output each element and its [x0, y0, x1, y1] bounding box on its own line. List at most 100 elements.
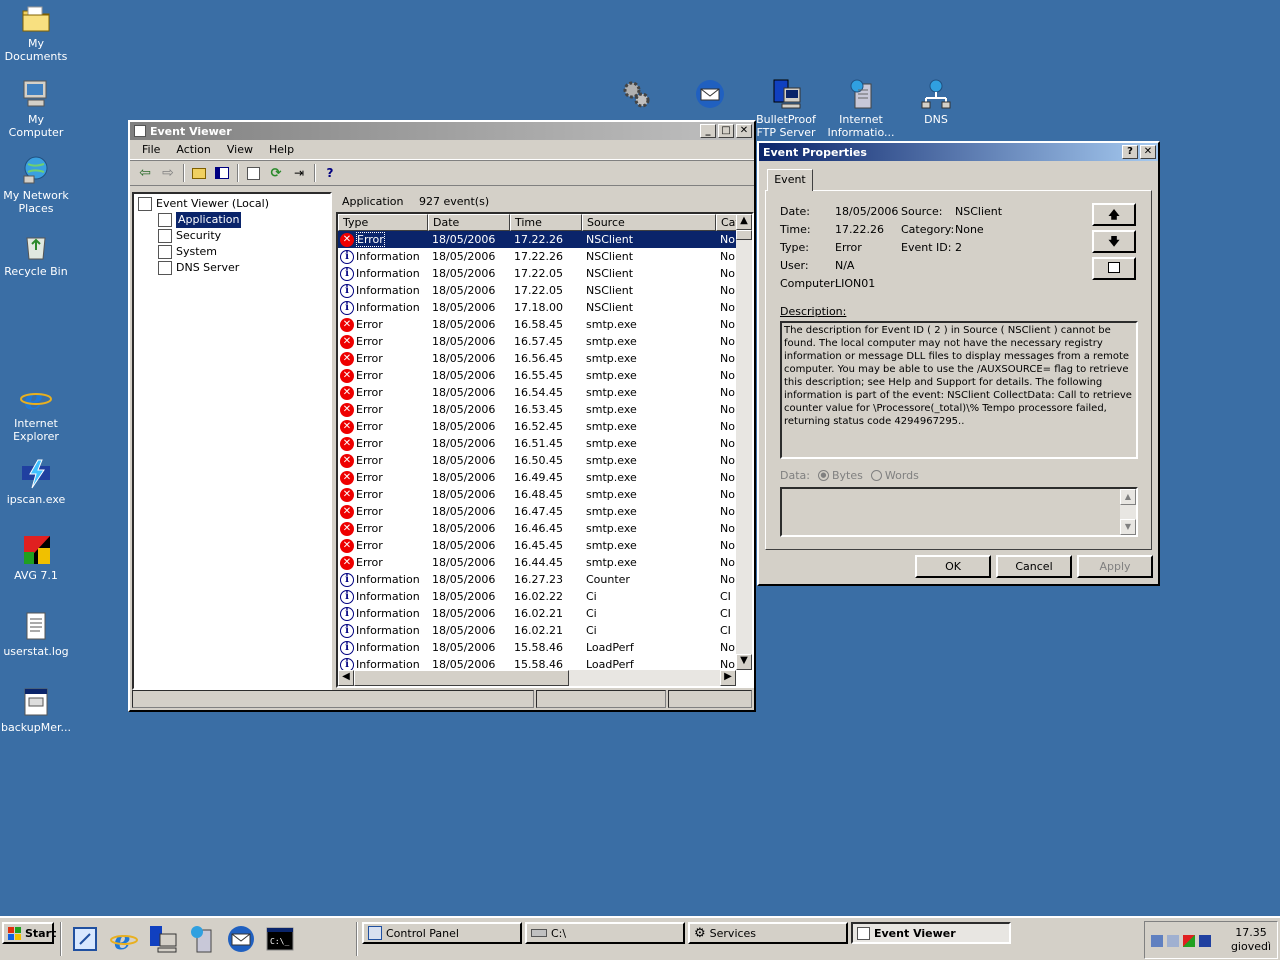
menu-help[interactable]: Help: [261, 143, 302, 156]
cancel-button[interactable]: Cancel: [996, 555, 1072, 578]
table-row[interactable]: ✕ Error 18/05/2006 16.56.45 smtp.exe Nor: [338, 350, 738, 367]
data-scrollbar[interactable]: ▲ ▼: [1120, 489, 1136, 535]
menu-file[interactable]: File: [134, 143, 168, 156]
scroll-up-button[interactable]: ▲: [736, 214, 752, 230]
table-row[interactable]: ✕ Error 18/05/2006 16.52.45 smtp.exe Nor: [338, 418, 738, 435]
task-services[interactable]: ⚙ Services: [688, 922, 848, 944]
desktop-icon-network-places[interactable]: My Network Places: [0, 154, 72, 215]
maximize-button[interactable]: □: [718, 124, 734, 138]
table-row[interactable]: i Information 18/05/2006 17.22.05 NSClient No…: [338, 265, 738, 282]
horizontal-scroll-thumb[interactable]: [354, 670, 569, 686]
desktop-icon-internet-explorer[interactable]: e Internet Explorer: [0, 382, 72, 443]
desktop-icon-bulletproof-ftp[interactable]: BulletProof FTP Server: [750, 78, 822, 139]
table-row[interactable]: ✕ Error 18/05/2006 16.49.45 smtp.exe Nor: [338, 469, 738, 486]
quicklaunch-command-prompt[interactable]: C:\_: [265, 924, 295, 954]
scroll-down-button[interactable]: ▼: [736, 654, 752, 670]
clock[interactable]: 17.35 giovedì: [1229, 926, 1273, 954]
table-row[interactable]: ✕ Error 18/05/2006 16.47.45 smtp.exe Nor: [338, 503, 738, 520]
previous-event-button[interactable]: 🡅: [1092, 203, 1136, 226]
help-button[interactable]: ?: [319, 163, 341, 183]
column-header-source[interactable]: Source: [582, 214, 716, 231]
back-button[interactable]: ⇦: [134, 163, 156, 183]
table-row[interactable]: ✕ Error 18/05/2006 16.50.45 smtp.exe Nor: [338, 452, 738, 469]
table-row[interactable]: ✕ Error 18/05/2006 17.22.26 NSClient Nor: [338, 231, 738, 248]
table-row[interactable]: i Information 18/05/2006 15.58.46 LoadPerf No…: [338, 639, 738, 656]
ok-button[interactable]: OK: [915, 555, 991, 578]
properties-button[interactable]: [242, 163, 264, 183]
tree-item-application[interactable]: Application: [138, 212, 330, 228]
table-row[interactable]: i Information 18/05/2006 17.22.05 NSClient No…: [338, 282, 738, 299]
desktop-icon-my-documents[interactable]: My Documents: [0, 2, 72, 63]
column-header-time[interactable]: Time: [510, 214, 582, 231]
words-radio[interactable]: Words: [870, 469, 919, 482]
next-event-button[interactable]: 🡇: [1092, 230, 1136, 253]
table-row[interactable]: ✕ Error 18/05/2006 16.51.45 smtp.exe Nor: [338, 435, 738, 452]
column-header-type[interactable]: Type: [338, 214, 428, 231]
table-row[interactable]: i Information 18/05/2006 16.27.23 Counter Nor: [338, 571, 738, 588]
desktop-icon-services[interactable]: [600, 78, 672, 113]
table-row[interactable]: ✕ Error 18/05/2006 16.44.45 smtp.exe Nor: [338, 554, 738, 571]
desktop-icon-my-computer[interactable]: My Computer: [0, 78, 72, 139]
avg-tray-icon[interactable]: [1183, 935, 1195, 947]
tree-item-security[interactable]: Security: [138, 228, 330, 244]
description-text[interactable]: The description for Event ID ( 2 ) in So…: [780, 321, 1138, 459]
apply-button[interactable]: Apply: [1077, 555, 1153, 578]
bytes-radio[interactable]: ● Bytes: [817, 469, 863, 482]
table-row[interactable]: i Information 18/05/2006 16.02.21 Ci CI: [338, 605, 738, 622]
tree-item-dns-server[interactable]: DNS Server: [138, 260, 330, 276]
table-row[interactable]: ✕ Error 18/05/2006 16.45.45 smtp.exe Nor: [338, 537, 738, 554]
quicklaunch-iis[interactable]: [187, 924, 217, 954]
desktop-icon-dns[interactable]: DNS: [900, 78, 972, 126]
export-list-button[interactable]: ⇥: [288, 163, 310, 183]
close-button[interactable]: ✕: [1140, 145, 1156, 159]
task-control-panel[interactable]: Control Panel: [362, 922, 522, 944]
quicklaunch-mail[interactable]: [226, 924, 256, 954]
column-header-category[interactable]: Cat: [716, 214, 738, 231]
copy-to-clipboard-button[interactable]: [1092, 257, 1136, 280]
event-properties-titlebar[interactable]: Event Properties ? ✕: [759, 143, 1158, 161]
show-hide-tree-button[interactable]: [211, 163, 233, 183]
desktop-icon-userstat[interactable]: userstat.log: [0, 610, 72, 658]
task-event-viewer[interactable]: Event Viewer: [851, 922, 1011, 944]
help-context-button[interactable]: ?: [1122, 145, 1138, 159]
table-row[interactable]: ✕ Error 18/05/2006 16.46.45 smtp.exe Nor: [338, 520, 738, 537]
table-row[interactable]: i Information 18/05/2006 16.02.21 Ci CI: [338, 622, 738, 639]
up-one-level-button[interactable]: [188, 163, 210, 183]
start-button[interactable]: Start: [2, 922, 56, 944]
table-row[interactable]: i Information 18/05/2006 17.22.26 NSClient No…: [338, 248, 738, 265]
desktop-icon-mail[interactable]: [674, 78, 746, 113]
table-row[interactable]: ✕ Error 18/05/2006 16.48.45 smtp.exe Nor: [338, 486, 738, 503]
tree-item-system[interactable]: System: [138, 244, 330, 260]
event-viewer-titlebar[interactable]: Event Viewer _ □ ✕: [130, 122, 754, 140]
scroll-left-button[interactable]: ◀: [338, 670, 354, 686]
menu-action[interactable]: Action: [168, 143, 218, 156]
quicklaunch-show-desktop[interactable]: [70, 924, 100, 954]
desktop-icon-iis[interactable]: Internet Informatio...: [825, 78, 897, 139]
quicklaunch-internet-explorer[interactable]: e: [109, 924, 139, 956]
close-button[interactable]: ✕: [736, 124, 752, 138]
tab-event[interactable]: Event: [767, 169, 813, 191]
vertical-scrollbar[interactable]: ▲ ▼: [736, 214, 752, 670]
desktop-icon-avg[interactable]: AVG 7.1: [0, 534, 72, 582]
forward-button[interactable]: ⇨: [157, 163, 179, 183]
table-row[interactable]: ✕ Error 18/05/2006 16.58.45 smtp.exe Nor: [338, 316, 738, 333]
menu-view[interactable]: View: [219, 143, 261, 156]
table-row[interactable]: i Information 18/05/2006 17.18.00 NSClient No…: [338, 299, 738, 316]
table-row[interactable]: ✕ Error 18/05/2006 16.57.45 smtp.exe Nor: [338, 333, 738, 350]
horizontal-scrollbar[interactable]: ◀ ▶: [338, 670, 736, 686]
scroll-right-button[interactable]: ▶: [720, 670, 736, 686]
scroll-up-button[interactable]: ▲: [1120, 489, 1136, 505]
network-tray-icon[interactable]: [1167, 935, 1179, 947]
network-tray-icon[interactable]: [1151, 935, 1163, 947]
desktop-icon-recycle-bin[interactable]: Recycle Bin: [0, 230, 72, 278]
scroll-down-button[interactable]: ▼: [1120, 519, 1136, 535]
task-drive-c[interactable]: C:\: [525, 922, 685, 944]
table-row[interactable]: ✕ Error 18/05/2006 16.53.45 smtp.exe Nor: [338, 401, 738, 418]
scroll-thumb[interactable]: [736, 230, 752, 240]
table-row[interactable]: i Information 18/05/2006 16.02.22 Ci CI: [338, 588, 738, 605]
minimize-button[interactable]: _: [700, 124, 716, 138]
data-box[interactable]: ▲ ▼: [780, 487, 1138, 537]
desktop-icon-ipscan[interactable]: ipscan.exe: [0, 458, 72, 506]
desktop-icon-backup[interactable]: backupMer...: [0, 686, 72, 734]
column-header-date[interactable]: Date: [428, 214, 510, 231]
